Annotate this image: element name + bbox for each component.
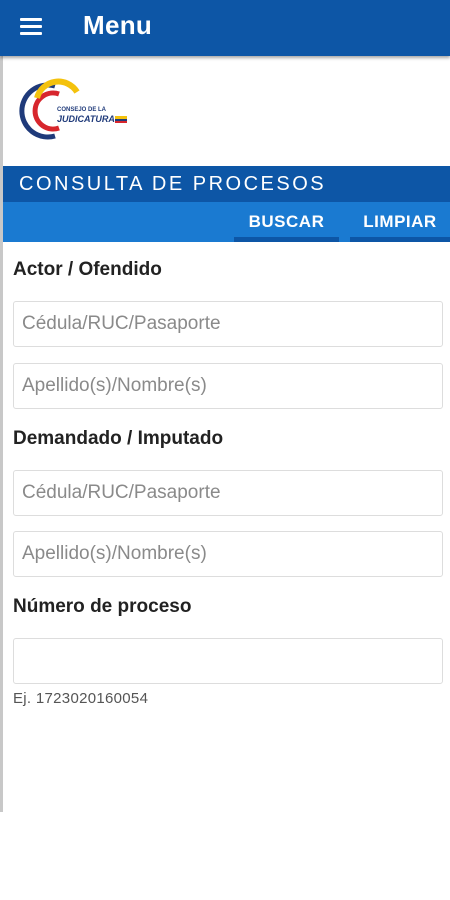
proceso-number-input[interactable] xyxy=(13,638,443,684)
demandado-name-input[interactable] xyxy=(13,531,443,577)
buscar-button[interactable]: BUSCAR xyxy=(234,202,339,242)
buscar-label: BUSCAR xyxy=(248,212,325,231)
proceso-hint: Ej. 1723020160054 xyxy=(13,690,149,707)
limpiar-underline xyxy=(350,237,450,242)
main-content: CONSEJO DE LA JUDICATURA CONSULTA DE PRO… xyxy=(0,56,450,812)
buscar-underline xyxy=(234,237,339,242)
action-toolbar: BUSCAR LIMPIAR xyxy=(3,202,450,242)
app-bar-title: Menu xyxy=(83,10,153,40)
judicatura-logo: CONSEJO DE LA JUDICATURA xyxy=(15,76,135,148)
section-header: CONSULTA DE PROCESOS xyxy=(3,166,450,202)
actor-id-input[interactable] xyxy=(13,301,443,347)
limpiar-label: LIMPIAR xyxy=(363,212,437,231)
demandado-id-input[interactable] xyxy=(13,470,443,516)
logo-line-2: JUDICATURA xyxy=(57,114,115,124)
logo-text: CONSEJO DE LA JUDICATURA xyxy=(57,106,115,124)
proceso-label: Número de proceso xyxy=(13,596,192,617)
actor-name-input[interactable] xyxy=(13,363,443,409)
section-title: CONSULTA DE PROCESOS xyxy=(19,173,327,195)
demandado-label: Demandado / Imputado xyxy=(13,428,224,449)
app-bar: Menu xyxy=(0,0,450,56)
actor-label: Actor / Ofendido xyxy=(13,259,162,280)
menu-icon[interactable] xyxy=(20,17,44,37)
limpiar-button[interactable]: LIMPIAR xyxy=(350,202,450,242)
